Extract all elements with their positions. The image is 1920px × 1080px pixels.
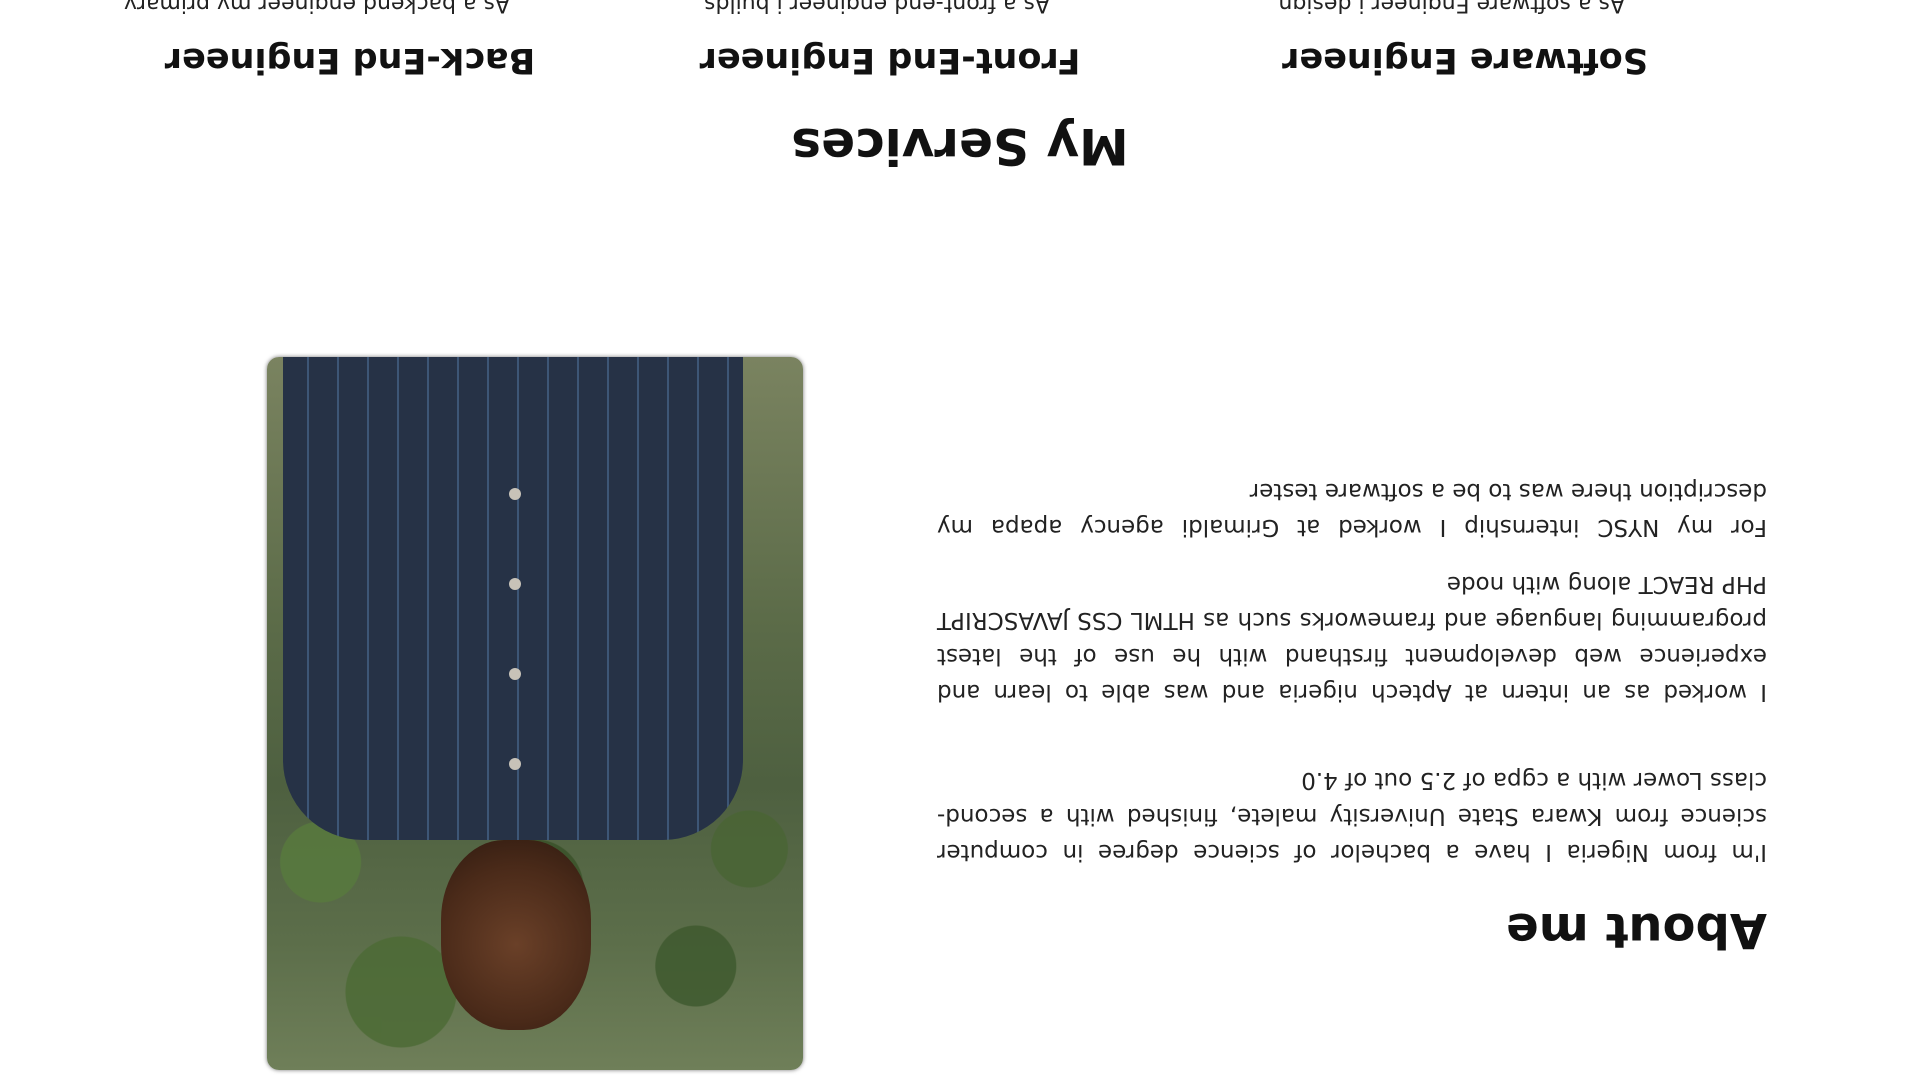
- about-paragraph-internship: I worked as an intern at Aptech nigeria …: [937, 571, 1767, 705]
- about-title: About me: [1506, 902, 1767, 958]
- about-photo: [267, 357, 803, 1070]
- about-paragraph-education: I'm from Nigeria I have a bachelor of sc…: [937, 767, 1767, 865]
- service-description: As a software Engineer i design, analyze…: [1271, 0, 1625, 16]
- service-card-back-end-engineer: Back-End Engineer As a backend engineer …: [110, 0, 590, 80]
- shirt-button-icon: [509, 758, 521, 770]
- service-title: Back-End Engineer: [164, 40, 536, 80]
- shirt-button-icon: [509, 668, 521, 680]
- service-title: Front-End Engineer: [699, 40, 1081, 80]
- services-title: My Services: [791, 117, 1129, 175]
- shirt-button-icon: [509, 578, 521, 590]
- service-title: Software Engineer: [1282, 40, 1648, 80]
- service-description: As a backend engineer my primary: [123, 0, 510, 16]
- shirt-button-icon: [509, 488, 521, 500]
- service-card-software-engineer: Software Engineer As a software Engineer…: [1225, 0, 1705, 80]
- service-description: As a front-end engineer i builds website…: [704, 0, 1050, 16]
- page-viewport: About me I'm from Nigeria I have a bache…: [0, 0, 1920, 1080]
- service-card-front-end-engineer: Front-End Engineer As a front-end engine…: [650, 0, 1130, 80]
- about-paragraph-nysc: For my NYSC internship I worked at Grima…: [937, 478, 1767, 540]
- photo-person-head: [441, 840, 591, 1030]
